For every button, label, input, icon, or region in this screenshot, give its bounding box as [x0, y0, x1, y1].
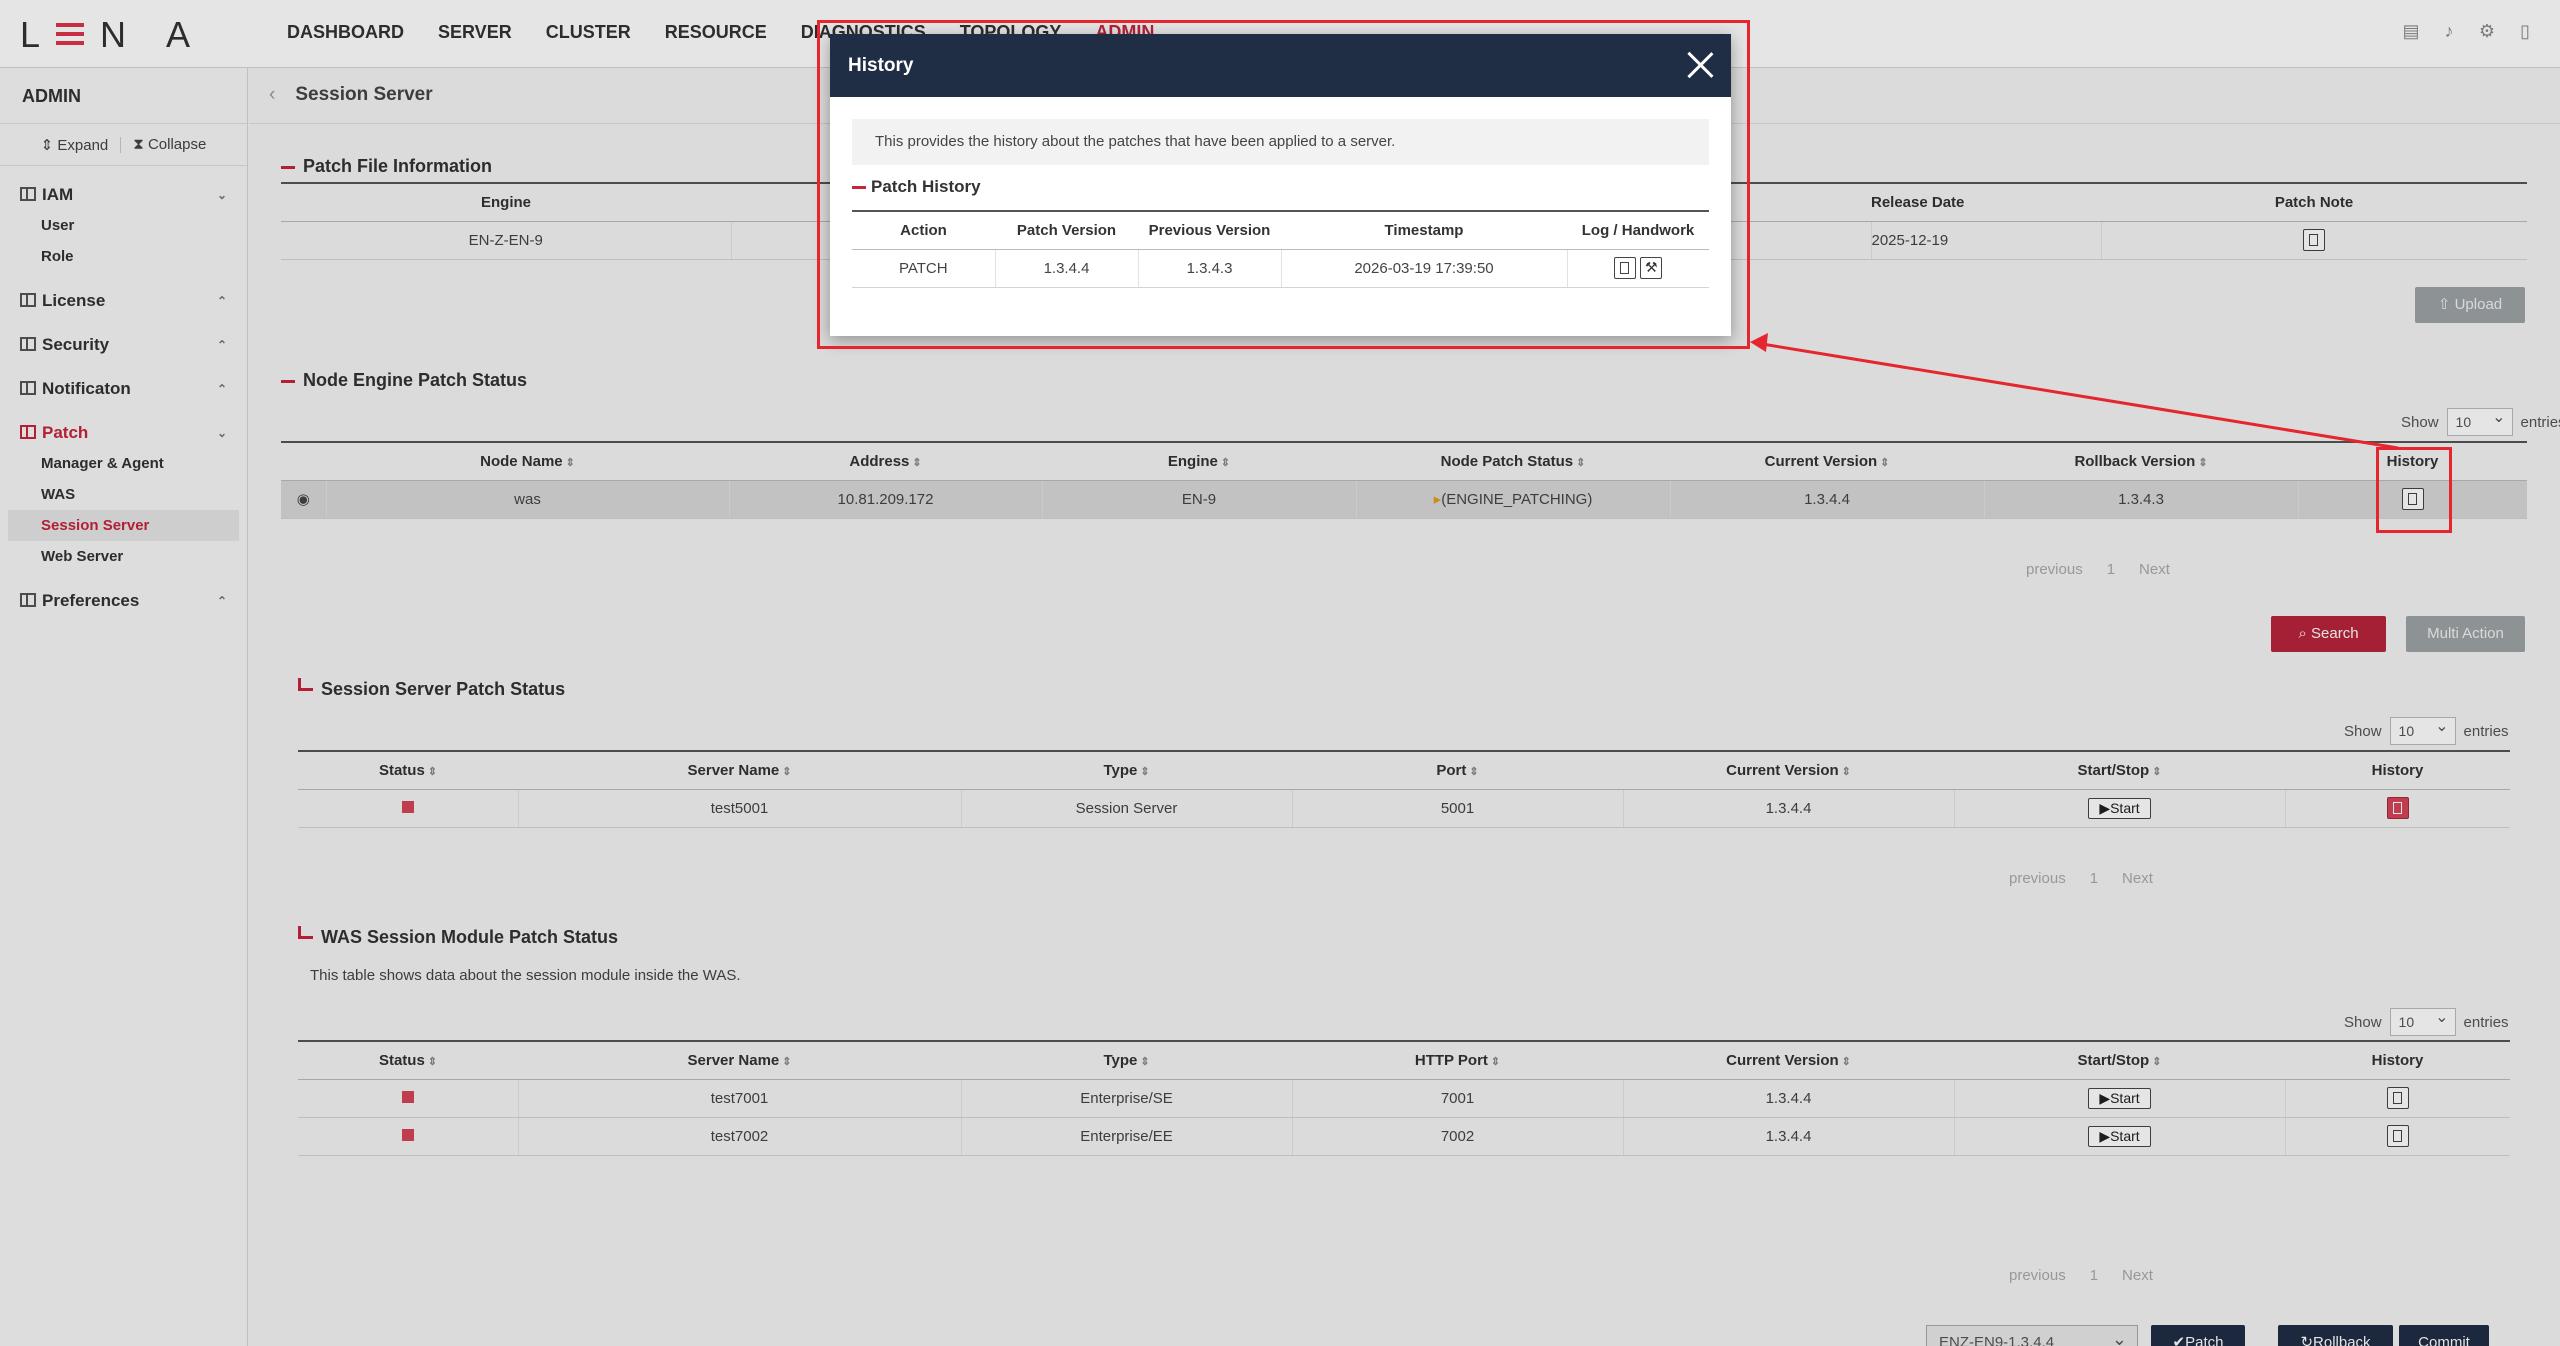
- annotation-box-modal: [817, 20, 1750, 349]
- annotation-box-history: [2376, 447, 2452, 533]
